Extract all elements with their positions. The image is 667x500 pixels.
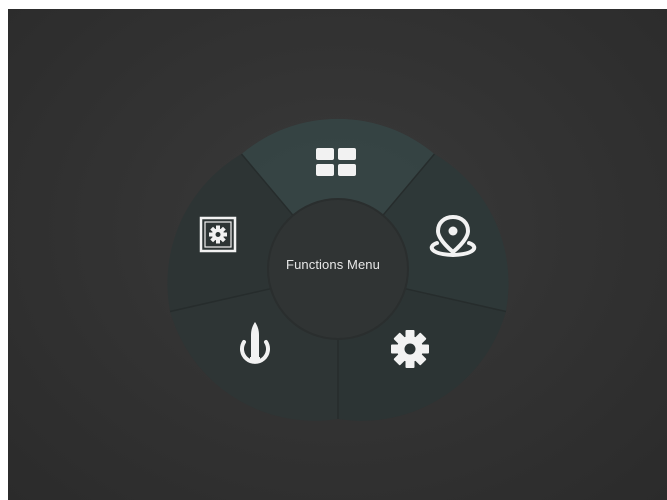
radial-menu — [167, 118, 509, 421]
menu-center-label: Functions Menu — [286, 257, 380, 272]
gear-icon — [391, 330, 429, 368]
screen: Functions Menu — [8, 9, 667, 500]
